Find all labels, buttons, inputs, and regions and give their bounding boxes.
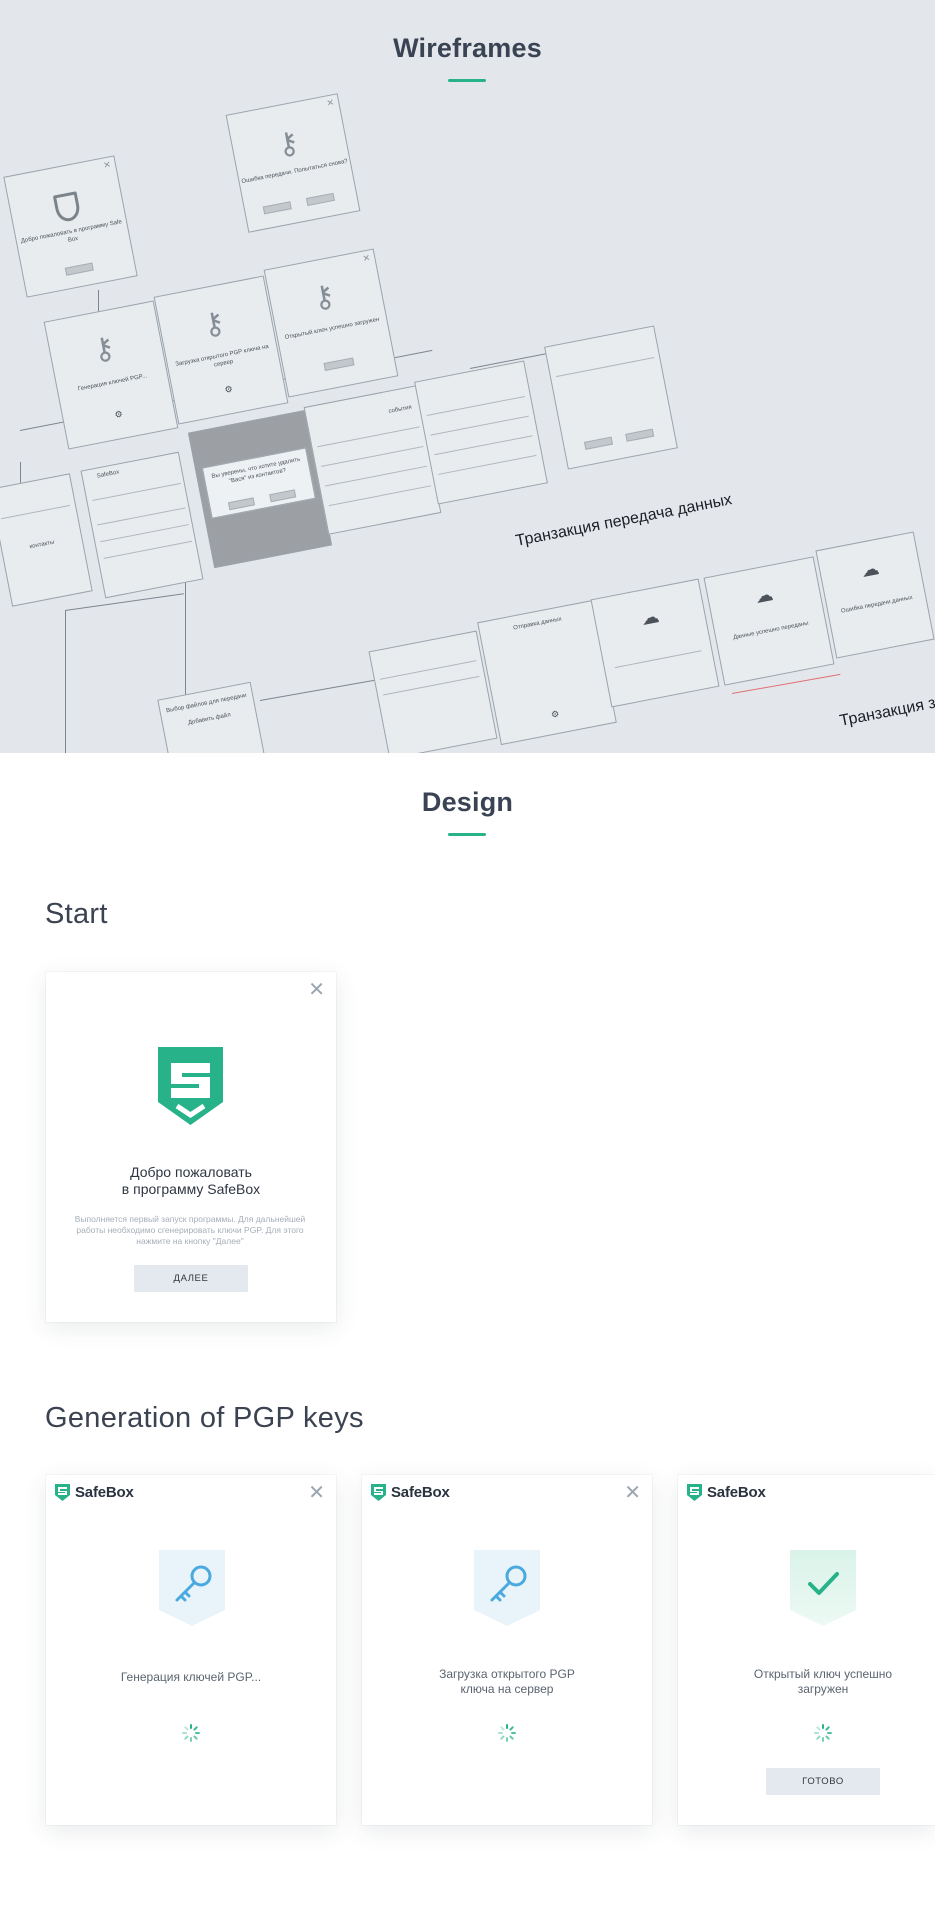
welcome-card: ✕ Добро пожаловать в программу SafeBox В… (46, 972, 336, 1322)
wf-settings-card (544, 325, 678, 470)
cloud-error-icon: ☁ (859, 557, 881, 582)
brand-logo: SafeBox (371, 1484, 450, 1501)
wf-events-label: события (388, 404, 413, 415)
wf-error-retry (305, 192, 335, 207)
wf-delete-question: Вы уверены, что хотите удалить "Вася" из… (211, 456, 301, 485)
done-status: Открытый ключ успешно загружен (753, 1667, 893, 1696)
spinner-icon (498, 1724, 516, 1742)
spinner-icon (182, 1724, 200, 1742)
wf-done-text: Открытый ключ успешно загружен (284, 316, 380, 341)
wf-connector (64, 593, 184, 611)
close-icon: ✕ (102, 159, 112, 171)
next-button[interactable]: ДАЛЕЕ (134, 1265, 248, 1292)
upload-status: Загрузка открытого PGP ключа на сервер (439, 1667, 575, 1696)
key-icon: ⚷ (200, 306, 228, 343)
wf-delete-ok (269, 489, 297, 503)
spinner-icon (814, 1724, 832, 1742)
safebox-logo-icon (158, 1047, 223, 1125)
wireframes-section: Wireframes ✕ Добро пожаловать в программ… (0, 0, 935, 753)
start-heading: Start (45, 898, 108, 930)
wf-caption-second: Транзакция з (838, 694, 935, 730)
check-icon (790, 1550, 856, 1626)
wf-select-files: Выбор файлов для передачи Добавить файл (157, 681, 268, 753)
cloud-upload-icon: ☁ (639, 605, 661, 630)
safebox-logo-icon (371, 1484, 386, 1501)
wf-welcome-card: ✕ Добро пожаловать в программу Safe Box (3, 155, 138, 298)
brand-logo: SafeBox (55, 1484, 134, 1501)
key-icon (474, 1550, 540, 1626)
wf-upload-text: Загрузка открытого PGP ключа на сервер (175, 343, 270, 369)
wf-upload-progress: ☁ (590, 578, 720, 708)
wf-success-text: Данные успешно переданы (732, 620, 810, 642)
close-icon: ✕ (361, 252, 372, 264)
wf-next-button (64, 262, 94, 276)
wf-fail-card: ☁ Ошибка передачи данных (815, 531, 935, 659)
wf-fail-text: Ошибка передачи данных (840, 594, 914, 615)
spinner-icon: ⚙ (113, 408, 124, 420)
welcome-description: Выполняется первый запуск программы. Для… (74, 1214, 306, 1246)
wf-done-card: ✕ ⚷ Открытый ключ успешно загружен (263, 248, 399, 398)
safebox-logo-icon (687, 1484, 702, 1501)
wf-connector (259, 679, 379, 701)
pgp-upload-card: SafeBox ✕ Загрузка открытого PGP ключа н… (362, 1475, 652, 1825)
spinner-icon: ⚙ (223, 383, 234, 395)
safebox-logo-icon (55, 1484, 70, 1501)
key-icon: ⚷ (310, 279, 338, 316)
wf-send-text: Отправка данных (512, 616, 563, 632)
wf-select-files-2 (368, 630, 498, 753)
generation-status: Генерация ключей PGP... (120, 1670, 262, 1684)
wireframes-title-rule (448, 79, 486, 82)
brand-logo: SafeBox (687, 1484, 766, 1501)
wf-success-card: ☁ Данные успешно переданы (703, 556, 835, 686)
wf-contacts-empty: контакты (0, 473, 93, 607)
close-icon[interactable]: ✕ (624, 1483, 641, 1503)
done-button[interactable]: ГОТОВО (766, 1768, 880, 1795)
wf-error-text: Ошибка передачи. Попытаться снова? (241, 158, 349, 186)
wf-contacts-list: SafeBox (80, 451, 204, 599)
wf-error-card: ✕ ⚷ Ошибка передачи. Попытаться снова? (225, 93, 361, 233)
wireframes-title: Wireframes (393, 33, 542, 63)
key-icon: ⚷ (274, 125, 303, 163)
brand-name: SafeBox (707, 1484, 766, 1501)
design-title-rule (448, 833, 486, 836)
wf-error-cancel (262, 201, 292, 215)
spinner-icon: ⚙ (550, 708, 561, 720)
close-icon: ✕ (325, 97, 336, 109)
welcome-title: Добро пожаловать в программу SafeBox (121, 1164, 261, 1197)
wf-done-button (323, 357, 355, 372)
wf-delete-cancel (227, 497, 256, 511)
close-icon[interactable]: ✕ (308, 980, 325, 1000)
safebox-logo-icon (53, 190, 83, 223)
wf-brand: SafeBox (96, 469, 120, 480)
pgp-done-card: SafeBox Открытый ключ успешно загружен Г… (678, 1475, 935, 1825)
wf-gen-text: Генерация ключей PGP... (77, 373, 148, 393)
cloud-check-icon: ☁ (753, 583, 775, 608)
wf-connector (65, 610, 66, 753)
brand-name: SafeBox (391, 1484, 450, 1501)
pgp-heading: Generation of PGP keys (45, 1402, 364, 1434)
wf-caption-transfer: Транзакция передача данных (514, 491, 734, 550)
wf-welcome-text: Добро пожаловать в программу Safe Box (20, 219, 123, 245)
key-icon (159, 1550, 225, 1626)
design-title: Design (421, 787, 514, 817)
brand-name: SafeBox (75, 1484, 134, 1501)
key-icon: ⚷ (90, 331, 118, 368)
wf-events-list-2 (414, 360, 548, 505)
wf-contacts-label: контакты (29, 539, 55, 551)
pgp-generation-card: SafeBox ✕ Генерация ключей PGP... (46, 1475, 336, 1825)
close-icon[interactable]: ✕ (308, 1483, 325, 1503)
